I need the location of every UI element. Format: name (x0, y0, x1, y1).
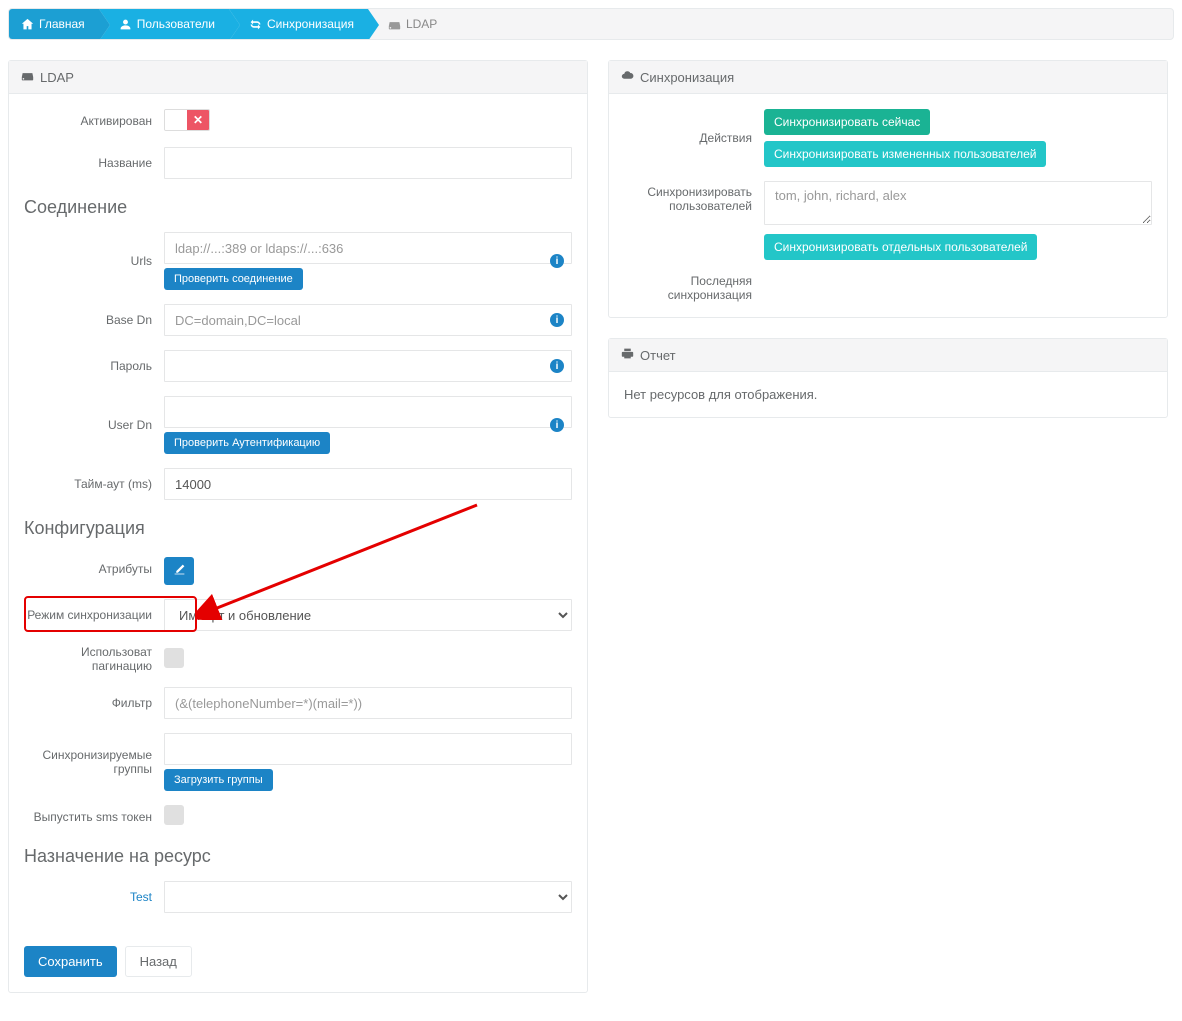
hdd-icon (21, 69, 34, 85)
password-label: Пароль (24, 359, 164, 373)
connection-title: Соединение (24, 197, 572, 218)
cloud-icon (621, 69, 634, 85)
panel-title: Синхронизация (640, 70, 734, 85)
issue-sms-label: Выпустить sms токен (24, 810, 164, 824)
info-icon[interactable]: i (550, 359, 564, 373)
breadcrumb-sync[interactable]: Синхронизация (229, 9, 368, 39)
panel-title: Отчет (640, 348, 676, 363)
sync-changed-button[interactable]: Синхронизировать измененных пользователе… (764, 141, 1046, 167)
panel-title: LDAP (40, 70, 74, 85)
user-icon (119, 18, 132, 31)
name-label: Название (24, 156, 164, 170)
userdn-input[interactable] (164, 396, 572, 428)
report-empty-text: Нет ресурсов для отображения. (624, 387, 1152, 402)
basedn-label: Base Dn (24, 313, 164, 327)
breadcrumb-label: Синхронизация (267, 17, 354, 31)
actions-label: Действия (624, 131, 764, 145)
test-select[interactable] (164, 881, 572, 913)
breadcrumb-label: LDAP (406, 17, 437, 31)
breadcrumb-label: Пользователи (137, 17, 215, 31)
use-pagination-checkbox[interactable] (164, 648, 184, 668)
userdn-label: User Dn (24, 418, 164, 432)
back-button[interactable]: Назад (125, 946, 192, 977)
check-connection-button[interactable]: Проверить соединение (164, 268, 303, 290)
report-panel: Отчет Нет ресурсов для отображения. (608, 338, 1168, 418)
sync-users-label: Синхронизировать пользователей (624, 181, 764, 213)
report-panel-heading: Отчет (609, 339, 1167, 372)
resource-assign-title: Назначение на ресурс (24, 846, 572, 867)
breadcrumb-label: Главная (39, 17, 85, 31)
breadcrumb-ldap: LDAP (368, 9, 451, 39)
use-pagination-label: Использоват пагинацию (24, 645, 164, 673)
save-button[interactable]: Сохранить (24, 946, 117, 977)
info-icon[interactable]: i (550, 418, 564, 432)
filter-label: Фильтр (24, 696, 164, 710)
basedn-input[interactable] (164, 304, 572, 336)
ldap-panel-heading: LDAP (9, 61, 587, 94)
name-input[interactable] (164, 147, 572, 179)
ldap-panel: LDAP Активирован ✕ Название (8, 60, 588, 993)
test-label[interactable]: Test (24, 890, 164, 904)
sync-groups-label: Синхронизируемые группы (24, 748, 164, 776)
filter-input[interactable] (164, 687, 572, 719)
load-groups-button[interactable]: Загрузить группы (164, 769, 273, 791)
print-icon (621, 347, 634, 363)
sync-users-textarea[interactable] (764, 181, 1152, 225)
breadcrumb-users[interactable]: Пользователи (99, 9, 229, 39)
timeout-input[interactable] (164, 468, 572, 500)
edit-icon (173, 563, 186, 579)
sync-panel-heading: Синхронизация (609, 61, 1167, 94)
sync-panel: Синхронизация Действия Синхронизировать … (608, 60, 1168, 318)
breadcrumb-home[interactable]: Главная (9, 9, 99, 39)
sync-now-button[interactable]: Синхронизировать сейчас (764, 109, 930, 135)
sync-mode-select[interactable]: Импорт и обновление (164, 599, 572, 631)
sync-groups-input[interactable] (164, 733, 572, 765)
close-icon: ✕ (187, 110, 209, 130)
breadcrumb: Главная Пользователи Синхронизация LDAP (8, 8, 1174, 40)
home-icon (21, 18, 34, 31)
attributes-label: Атрибуты (24, 562, 164, 576)
hdd-icon (388, 18, 401, 31)
check-auth-button[interactable]: Проверить Аутентификацию (164, 432, 330, 454)
issue-sms-checkbox[interactable] (164, 805, 184, 825)
sync-specific-button[interactable]: Синхронизировать отдельных пользователей (764, 234, 1037, 260)
edit-attributes-button[interactable] (164, 557, 194, 585)
last-sync-label: Последняя синхронизация (624, 274, 764, 302)
sync-icon (249, 18, 262, 31)
sync-mode-label: Режим синхронизации (24, 608, 164, 622)
timeout-label: Тайм-аут (ms) (24, 477, 164, 491)
urls-label: Urls (24, 254, 164, 268)
info-icon[interactable]: i (550, 313, 564, 327)
password-input[interactable] (164, 350, 572, 382)
urls-input[interactable] (164, 232, 572, 264)
activated-toggle[interactable]: ✕ (164, 109, 210, 131)
info-icon[interactable]: i (550, 254, 564, 268)
activated-label: Активирован (24, 114, 164, 128)
config-title: Конфигурация (24, 518, 572, 539)
